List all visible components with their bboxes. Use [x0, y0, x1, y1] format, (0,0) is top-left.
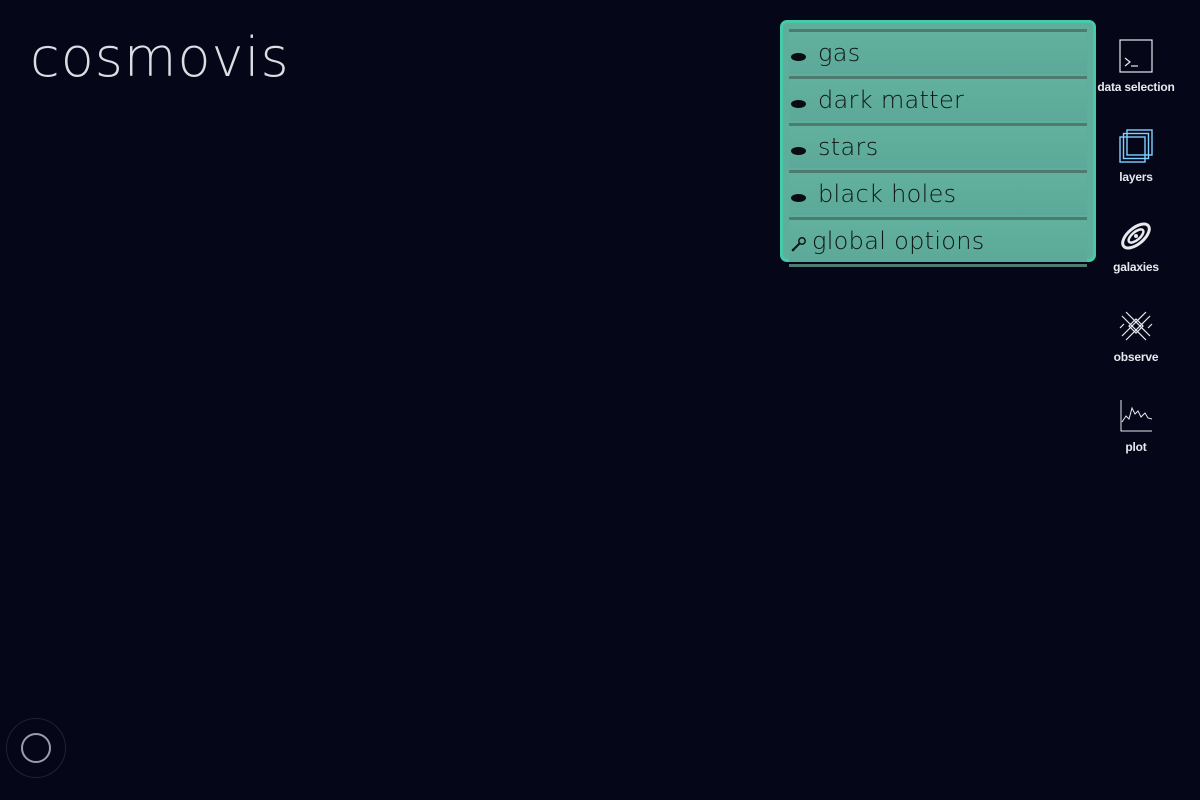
layer-label: black holes [818, 180, 957, 208]
layers-panel: gas dark matter stars black holes global… [780, 20, 1096, 267]
eye-icon[interactable] [791, 100, 806, 108]
eye-icon[interactable] [791, 53, 806, 61]
plot-button[interactable]: plot [1092, 394, 1180, 484]
terminal-icon [1119, 39, 1153, 73]
layer-label: dark matter [818, 86, 965, 114]
layers-icon [1119, 129, 1153, 163]
tool-label: plot [1125, 440, 1147, 454]
eye-icon[interactable] [791, 147, 806, 155]
loading-circle-icon [21, 733, 51, 763]
layer-label: gas [818, 39, 861, 67]
telescope-icon [1119, 311, 1153, 341]
observe-button[interactable]: observe [1092, 304, 1180, 394]
loading-indicator [6, 718, 66, 778]
data-selection-button[interactable]: data selection [1092, 34, 1180, 124]
app-title: cosmovis [30, 26, 290, 89]
wrench-icon[interactable] [790, 235, 808, 253]
tool-label: data selection [1097, 80, 1175, 94]
plot-icon [1120, 400, 1153, 432]
eye-icon[interactable] [791, 194, 806, 202]
tool-label: galaxies [1113, 260, 1159, 274]
layer-label: global options [812, 227, 985, 255]
layer-item-global-options[interactable]: global options [789, 217, 1087, 262]
layer-label: stars [818, 133, 879, 161]
layers-button[interactable]: layers [1092, 124, 1180, 214]
layer-item-dark-matter[interactable]: dark matter [789, 76, 1087, 121]
layer-item-black-holes[interactable]: black holes [789, 170, 1087, 215]
tool-label: observe [1113, 350, 1159, 364]
tool-label: layers [1119, 170, 1153, 184]
right-toolbar: data selection layers galaxies observe p… [1092, 34, 1180, 484]
layer-item-stars[interactable]: stars [789, 123, 1087, 168]
panel-divider [789, 264, 1087, 267]
galaxy-icon [1121, 222, 1151, 250]
galaxies-button[interactable]: galaxies [1092, 214, 1180, 304]
layer-item-gas[interactable]: gas [789, 29, 1087, 74]
